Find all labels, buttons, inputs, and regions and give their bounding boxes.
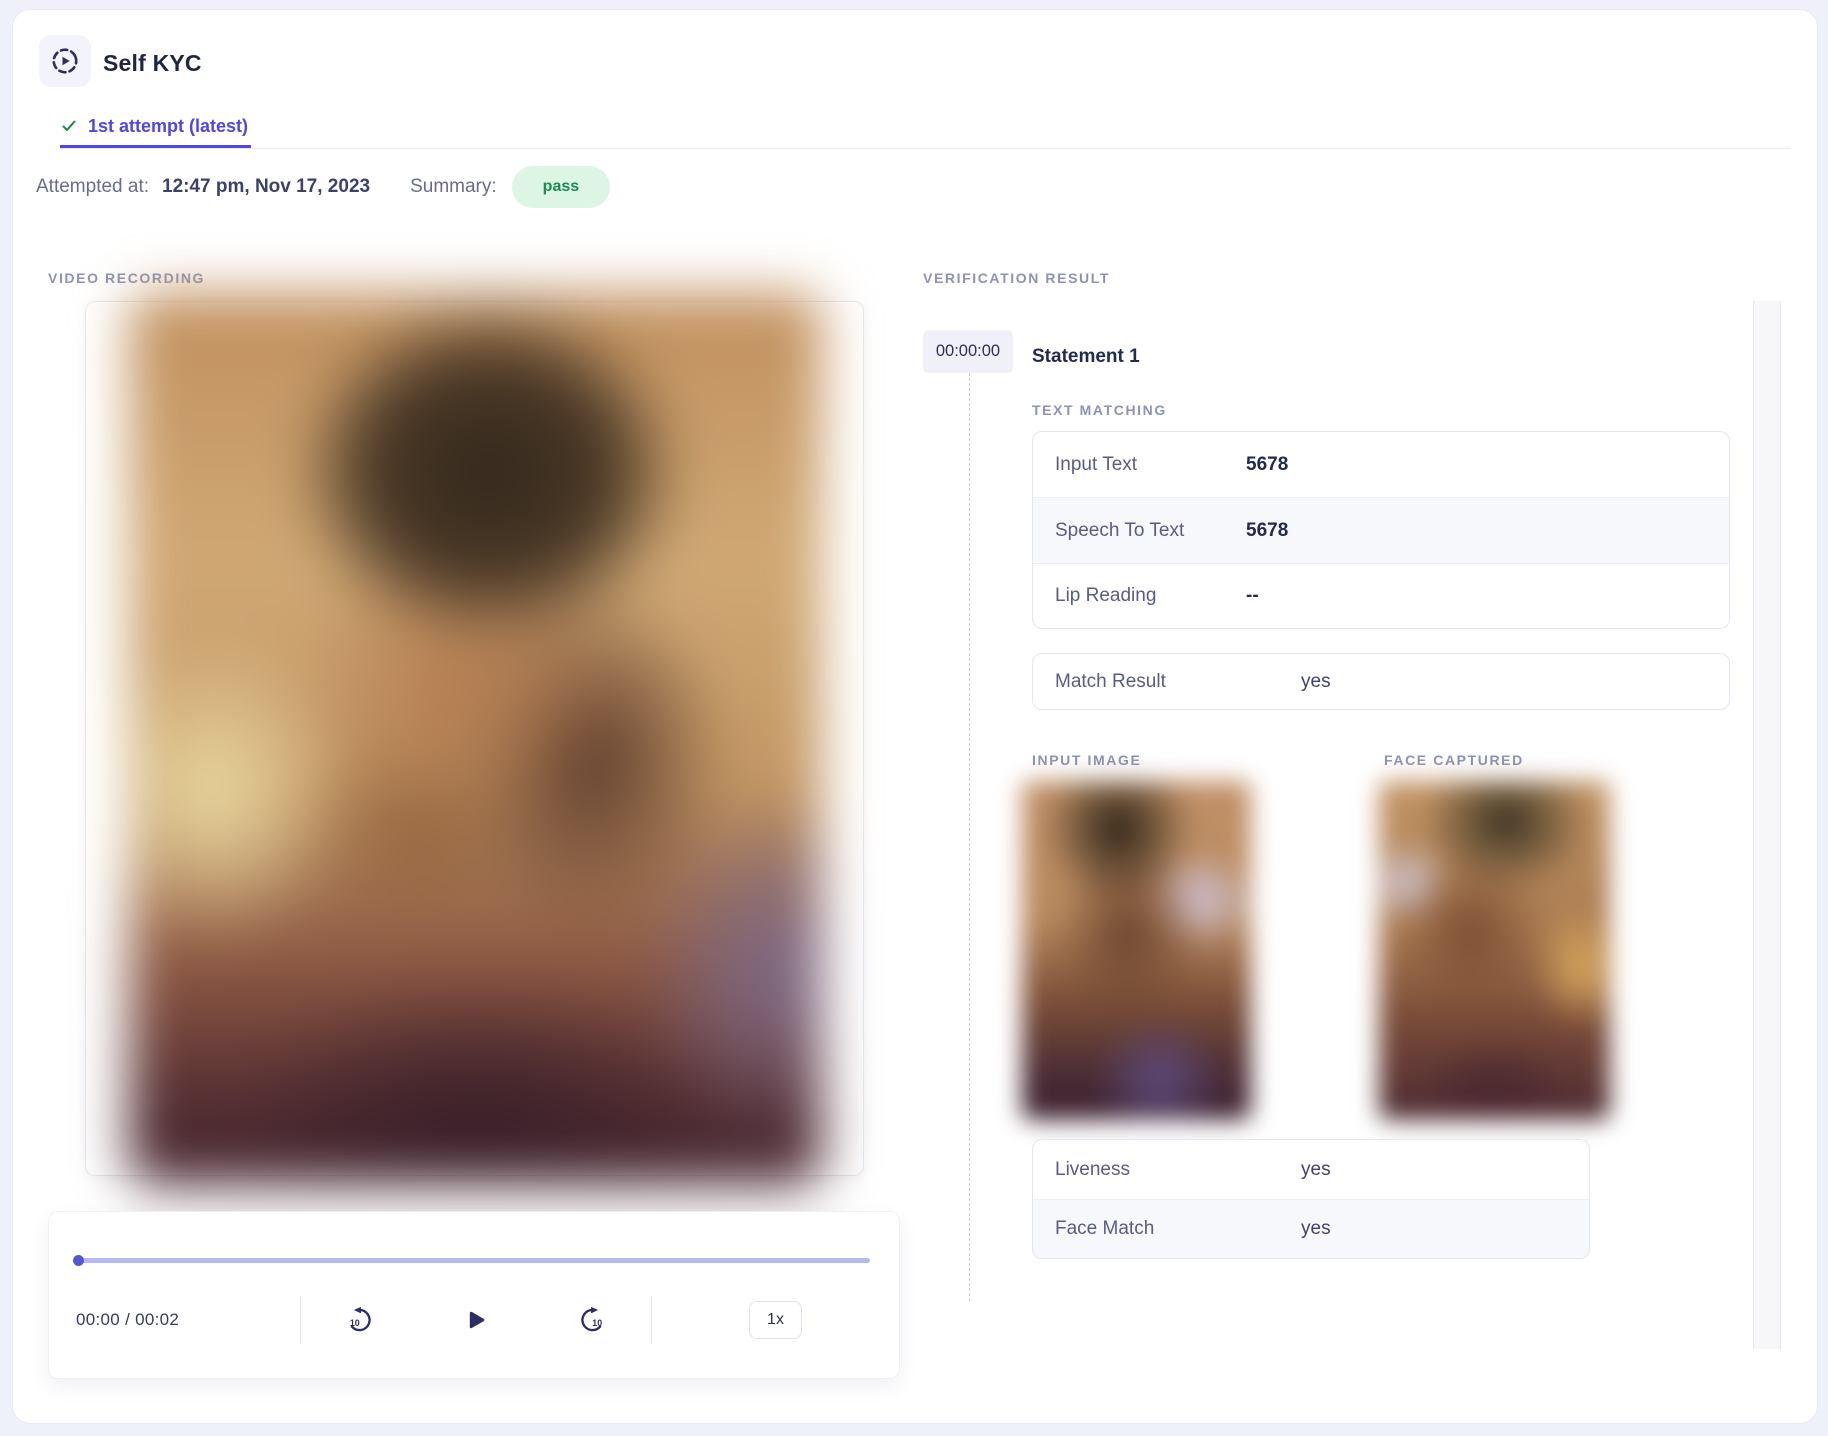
speed-zone: 1x (652, 1296, 899, 1344)
time-zone: 00:00 / 00:02 (49, 1296, 300, 1344)
table-row: Liveness yes (1033, 1140, 1589, 1199)
rewind-10-button[interactable]: 10 (344, 1304, 376, 1336)
table-row: Face Match yes (1033, 1199, 1589, 1258)
face-checks-table: Liveness yes Face Match yes (1032, 1139, 1590, 1259)
tab-first-attempt[interactable]: 1st attempt (latest) (60, 109, 251, 148)
check-icon (61, 118, 77, 134)
play-icon (464, 1308, 488, 1332)
table-row: Input Text 5678 (1033, 432, 1729, 497)
verification-result-heading: VERIFICATION RESULT (923, 270, 1110, 286)
video-frame-blurred (129, 293, 822, 1185)
tabs-row: 1st attempt (latest) (60, 109, 1791, 149)
input-image-blurred (1022, 781, 1251, 1120)
video-player-controls: 00:00 / 00:02 10 (48, 1211, 900, 1379)
row-value: yes (1301, 1159, 1331, 1181)
face-captured-image-blurred (1379, 781, 1610, 1120)
buttons-zone: 10 (301, 1296, 651, 1344)
row-value: 5678 (1246, 454, 1288, 476)
row-label: Match Result (1033, 671, 1301, 693)
table-row: Speech To Text 5678 (1033, 497, 1729, 563)
input-image-heading: INPUT IMAGE (1032, 752, 1141, 768)
playback-speed-button[interactable]: 1x (749, 1301, 802, 1339)
attempted-at-label: Attempted at: (36, 176, 149, 198)
row-value: -- (1246, 585, 1259, 607)
app-icon (39, 35, 91, 87)
summary-status-badge: pass (512, 166, 610, 208)
table-row: Lip Reading -- (1033, 563, 1729, 628)
time-display: 00:00 / 00:02 (76, 1310, 179, 1330)
video-progress-bar[interactable] (75, 1258, 870, 1263)
meta-row: Attempted at: 12:47 pm, Nov 17, 2023 Sum… (36, 164, 610, 210)
row-label: Input Text (1033, 454, 1246, 476)
player-controls-row: 00:00 / 00:02 10 (49, 1296, 899, 1344)
replay-10-icon: 10 (346, 1306, 374, 1334)
forward-10-button[interactable]: 10 (576, 1304, 608, 1336)
text-matching-heading: TEXT MATCHING (1032, 402, 1167, 418)
row-value: yes (1301, 1218, 1331, 1240)
face-captured-heading: FACE CAPTURED (1384, 752, 1524, 768)
play-button[interactable] (462, 1306, 490, 1334)
match-result-table: Match Result yes (1032, 653, 1730, 710)
tab-label: 1st attempt (latest) (88, 116, 248, 137)
svg-text:10: 10 (350, 1318, 360, 1328)
row-label: Speech To Text (1033, 520, 1246, 542)
video-kyc-play-icon (50, 46, 80, 76)
kyc-card: Self KYC 1st attempt (latest) Attempted … (12, 9, 1818, 1424)
statement-title: Statement 1 (1032, 346, 1140, 368)
page-title: Self KYC (103, 50, 202, 77)
text-matching-table: Input Text 5678 Speech To Text 5678 Lip … (1032, 431, 1730, 629)
statement-timestamp-chip[interactable]: 00:00:00 (923, 330, 1013, 373)
row-value: 5678 (1246, 520, 1288, 542)
summary-label: Summary: (410, 176, 497, 198)
row-label: Lip Reading (1033, 585, 1246, 607)
forward-10-icon: 10 (578, 1306, 606, 1334)
row-value: yes (1301, 671, 1331, 693)
video-recording-heading: VIDEO RECORDING (48, 270, 205, 286)
video-progress-thumb[interactable] (73, 1255, 84, 1266)
attempted-at-value: 12:47 pm, Nov 17, 2023 (162, 176, 370, 198)
row-label: Liveness (1033, 1159, 1301, 1181)
table-row: Match Result yes (1033, 654, 1729, 709)
timeline-dashed-line (969, 373, 970, 1301)
row-label: Face Match (1033, 1218, 1301, 1240)
svg-text:10: 10 (592, 1318, 602, 1328)
result-panel-scrollbar[interactable] (1753, 301, 1781, 1349)
kyc-review-page: Self KYC 1st attempt (latest) Attempted … (0, 0, 1828, 1436)
